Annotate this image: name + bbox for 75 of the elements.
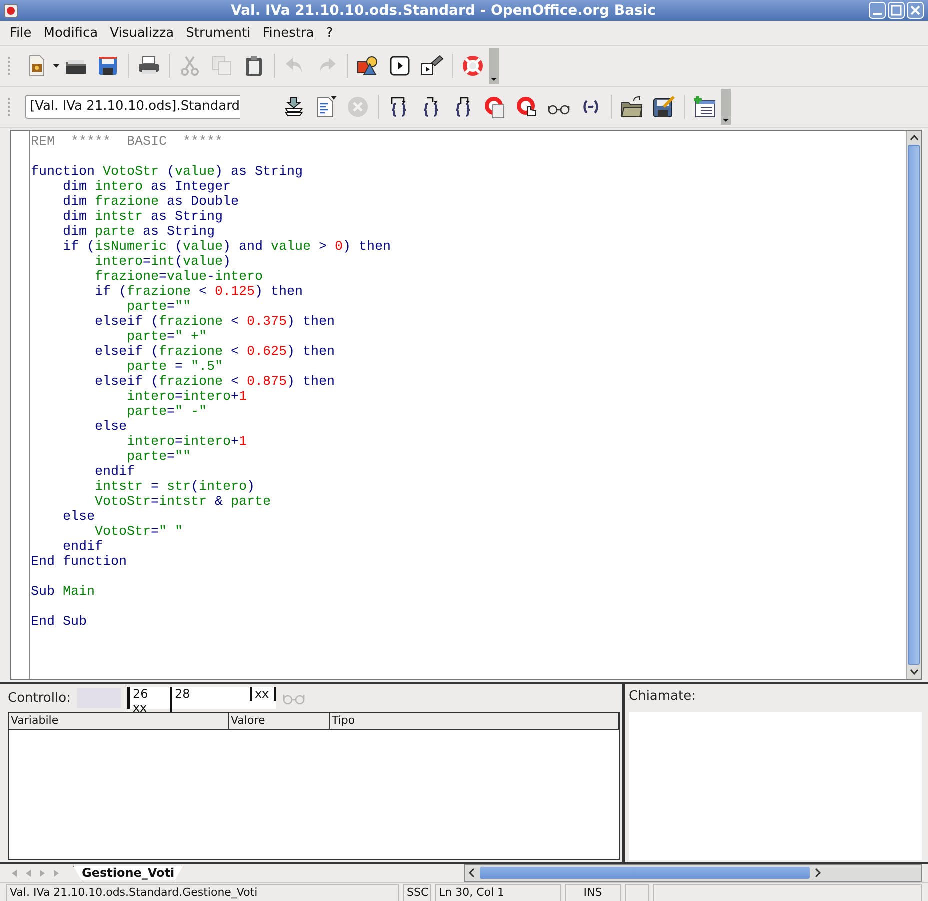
code-line: End Sub (31, 614, 88, 630)
scroll-down-icon[interactable] (910, 669, 918, 675)
scroll-right-icon[interactable] (814, 868, 822, 878)
code-line: parte=" -" (126, 405, 208, 420)
code-line: VotoStr=" " (94, 525, 184, 540)
maximize-icon[interactable] (888, 2, 905, 19)
close-icon[interactable] (907, 2, 924, 19)
code-line: intero=intero+1 (126, 390, 248, 405)
scroll-thumb[interactable] (480, 867, 810, 879)
code-line: parte="" (126, 300, 192, 315)
window-title: Val. IVa 21.10.10.ods.Standard - OpenOffice.org Basic (230, 2, 657, 18)
scroll-thumb[interactable] (908, 145, 920, 665)
code-line: endif (94, 465, 136, 480)
code-line: elseif (frazione < 0.625) then (94, 345, 336, 360)
code-line: if (frazione < 0.125) then (94, 285, 304, 300)
minimize-icon[interactable] (869, 2, 886, 19)
code-line: endif (62, 540, 104, 555)
lifebuoy-icon[interactable] (461, 54, 485, 78)
library-selector[interactable]: [Val. IVa 21.10.10.ods].Standard (25, 95, 240, 119)
status-mode: INS (565, 884, 621, 901)
code-line: function VotoStr (value) as String (31, 164, 304, 180)
save-edit-icon[interactable] (652, 95, 676, 119)
menu-item[interactable]: ? (320, 24, 340, 42)
menu-item[interactable]: Finestra (256, 24, 320, 42)
breakpoint-icon[interactable] (483, 95, 507, 119)
code-line: parte=" +" (126, 330, 208, 345)
menu-item[interactable]: Modifica (38, 24, 104, 42)
code-line: dim intero as Integer (62, 180, 232, 195)
column-header[interactable]: Variabile (9, 713, 229, 729)
code-line: dim frazione as Double (62, 195, 240, 210)
code-line: intero=intero+1 (126, 435, 248, 450)
menu-item[interactable]: Strumenti (180, 24, 257, 42)
overflow-caret-icon[interactable] (489, 48, 499, 84)
status-field (625, 884, 649, 901)
scroll-up-icon[interactable] (910, 135, 918, 141)
code-line: intero=int(value) (94, 255, 232, 270)
module-tab[interactable]: Gestione_Voti (73, 866, 184, 880)
horizontal-scrollbar[interactable] (464, 864, 922, 882)
menu-item[interactable]: Visualizza (104, 24, 180, 42)
column-header[interactable]: Tipo (330, 713, 619, 729)
code-line: intstr = str(intero) (94, 480, 256, 495)
watch-label: Controllo: (8, 690, 71, 706)
folder-import-icon[interactable] (620, 95, 644, 119)
code-line: dim intstr as String (62, 210, 224, 225)
column-header[interactable]: Valore (229, 713, 330, 729)
stack-icon[interactable] (282, 95, 306, 119)
code-line: REM ***** BASIC ***** (31, 135, 224, 150)
menu-item[interactable]: File (4, 24, 38, 42)
status-location: Val. IVa 21.10.10.ods.Standard.Gestione_Voti (6, 884, 399, 901)
overflow-caret-icon[interactable] (721, 89, 731, 125)
code-line: else (62, 510, 95, 525)
code-line: parte = ".5" (126, 360, 224, 375)
calls-label: Chiamate: (629, 688, 697, 706)
vertical-scrollbar[interactable] (906, 131, 921, 679)
macro-icon[interactable] (420, 54, 444, 78)
dropdown-caret-icon[interactable] (53, 64, 60, 68)
insert-dialog-icon[interactable] (693, 95, 717, 119)
code-line: End function (31, 555, 128, 570)
code-line: parte="" (126, 450, 192, 465)
code-line: elseif (frazione < 0.375) then (94, 315, 336, 330)
code-line: frazione=value-intero (94, 270, 264, 285)
code-line: Sub Main (31, 584, 96, 600)
status-ssc: SSC (403, 884, 431, 901)
breakpoint-hand-icon[interactable] (515, 95, 539, 119)
code-line: VotoStr=intstr & parte (94, 495, 272, 510)
shapes-icon[interactable] (356, 54, 380, 78)
window-menu-icon[interactable] (4, 4, 18, 18)
code-line: elseif (frazione < 0.875) then (94, 375, 336, 390)
code-line: else (94, 420, 128, 435)
code-line: if (isNumeric (value) and value > 0) then (62, 240, 392, 255)
save-icon[interactable] (96, 54, 120, 78)
status-position: Ln 30, Col 1 (435, 884, 561, 901)
code-line: dim parte as String (62, 225, 216, 240)
play-icon[interactable] (388, 54, 412, 78)
scroll-left-icon[interactable] (468, 868, 476, 878)
